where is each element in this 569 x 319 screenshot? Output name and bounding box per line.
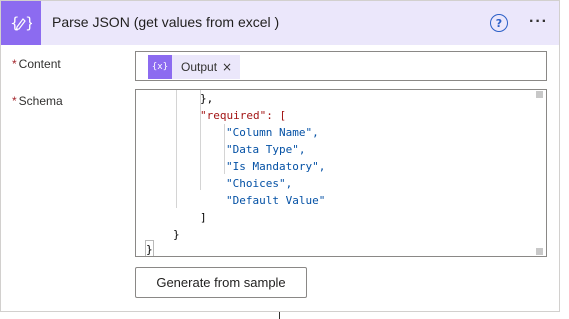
- scroll-up-arrow[interactable]: [536, 91, 543, 98]
- code-line: }: [145, 240, 154, 256]
- action-title[interactable]: Parse JSON (get values from excel ): [52, 14, 279, 30]
- schema-editor[interactable]: }, "required": [ "Column Name", "Data Ty…: [135, 89, 547, 257]
- content-input[interactable]: {x} Output ×: [135, 51, 547, 81]
- generate-from-sample-button[interactable]: Generate from sample: [135, 267, 307, 298]
- code-line: "required": [: [200, 109, 287, 122]
- code-line: "Choices",: [226, 177, 293, 190]
- content-label-text: Content: [18, 57, 61, 71]
- code-line: "Data Type",: [226, 143, 306, 156]
- required-marker: *: [12, 57, 17, 71]
- code-line: "Default Value": [226, 194, 326, 207]
- help-icon[interactable]: ?: [490, 14, 508, 32]
- content-label: * Content: [12, 57, 61, 71]
- editor-scrollbar[interactable]: [534, 90, 546, 256]
- token-label: Output: [181, 60, 218, 74]
- code-line: "Column Name",: [226, 126, 319, 139]
- scroll-down-arrow[interactable]: [536, 248, 543, 255]
- schema-code[interactable]: }, "required": [ "Column Name", "Data Ty…: [136, 90, 532, 256]
- indent-guide: [224, 124, 225, 174]
- code-line: },: [200, 92, 214, 105]
- parse-json-action-card: { } Parse JSON (get values from excel ) …: [0, 0, 560, 312]
- output-token[interactable]: {x} Output ×: [148, 55, 240, 79]
- schema-label: * Schema: [12, 94, 63, 108]
- svg-text:}: }: [25, 14, 32, 32]
- indent-guide: [176, 90, 177, 208]
- more-options-icon[interactable]: ···: [529, 13, 548, 31]
- code-line: }: [173, 228, 180, 241]
- required-marker: *: [12, 94, 17, 108]
- schema-label-text: Schema: [18, 94, 63, 108]
- braces-edit-icon: { }: [1, 1, 41, 45]
- flow-connector-line: [279, 312, 280, 319]
- action-header[interactable]: { } Parse JSON (get values from excel ) …: [1, 1, 559, 45]
- expression-variable-icon: {x}: [148, 55, 172, 79]
- code-line: ]: [200, 211, 207, 224]
- code-line: "Is Mandatory",: [226, 160, 326, 173]
- remove-token-icon[interactable]: ×: [222, 60, 232, 74]
